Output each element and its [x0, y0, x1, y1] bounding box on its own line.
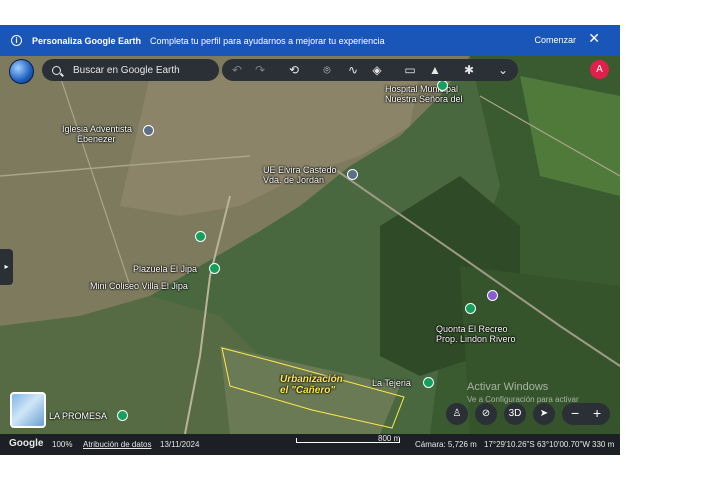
scale-bar — [296, 438, 400, 443]
label-hospital[interactable]: Hospital Municipal Nuestra Señora del — [385, 84, 463, 104]
coordinates: 17°29'10.26"S 63°10'00.70"W — [484, 440, 590, 449]
church-pin-icon[interactable] — [143, 125, 154, 136]
globe-icon[interactable] — [9, 59, 34, 84]
tejeria-pin-icon[interactable] — [423, 377, 434, 388]
search-placeholder: Buscar en Google Earth — [73, 64, 180, 76]
top-toolbar: Buscar en Google Earth ↶ ↷ ⟲ ⌾ ∿ ◈ ▭ ▲ ✱… — [0, 56, 620, 84]
layers-icon[interactable]: ◈ — [370, 63, 384, 77]
side-panel-toggle[interactable]: ▸ — [0, 249, 13, 285]
zoom-in-button[interactable]: + — [593, 405, 601, 421]
promesa-pin-icon[interactable] — [117, 410, 128, 421]
pin-icon[interactable]: ⌾ — [320, 63, 334, 77]
close-icon[interactable]: ✕ — [588, 31, 600, 45]
avatar[interactable]: A — [590, 60, 609, 79]
label-iglesia[interactable]: Iglesia Adventista Ebenezer — [62, 124, 132, 144]
label-mini-coliseo[interactable]: Mini Coliseo Villa El Jipa — [90, 281, 188, 291]
info-icon: i — [11, 35, 22, 46]
chevron-down-icon[interactable]: ⌄ — [496, 63, 510, 77]
activate-windows-title: Activar Windows — [467, 381, 549, 393]
zoom-out-button[interactable]: − — [571, 405, 579, 421]
quinta-pin-icon[interactable] — [465, 303, 476, 314]
redo-icon[interactable]: ↷ — [253, 63, 267, 77]
zoom-controls: − + — [562, 403, 610, 425]
image-icon[interactable]: ▲ — [428, 63, 442, 77]
banner-text: Completa tu perfil para ayudarnos a mejo… — [150, 35, 385, 46]
personalize-banner: i Personaliza Google Earth Completa tu p… — [0, 25, 620, 56]
3d-button[interactable]: 3D — [504, 403, 526, 425]
history-icon[interactable]: ⟲ — [287, 63, 301, 77]
undo-icon[interactable]: ↶ — [230, 63, 244, 77]
status-bar: Google 100% Atribución de datos 13/11/20… — [0, 434, 620, 455]
school-pin-icon[interactable] — [347, 169, 358, 180]
path-icon[interactable]: ∿ — [346, 63, 360, 77]
satellite-icon[interactable]: ✱ — [462, 63, 476, 77]
tool-strip: ↶ ↷ ⟲ ⌾ ∿ ◈ ▭ ▲ ✱ ⌄ — [222, 59, 518, 81]
park-pin-icon[interactable] — [195, 231, 206, 242]
google-earth-window: i Personaliza Google Earth Completa tu p… — [0, 25, 620, 455]
label-la-promesa[interactable]: LA PROMESA — [49, 411, 107, 421]
google-logo: Google — [9, 438, 44, 449]
label-plazuela[interactable]: Plazuela El Jipa — [133, 264, 197, 274]
satellite-map[interactable]: Hospital Municipal Nuestra Señora del Igl… — [0, 56, 620, 434]
elevation: 330 m — [592, 440, 615, 449]
label-urbanizacion: Urbanización el "Cañero" — [280, 374, 343, 396]
camera-altitude: Cámara: 5,726 m — [415, 440, 477, 449]
pegman-icon[interactable]: ♙ — [446, 403, 468, 425]
plazuela-pin-icon[interactable] — [209, 263, 220, 274]
label-tejeria[interactable]: La Tejeria — [372, 378, 411, 388]
location-off-icon[interactable]: ⊘ — [475, 403, 497, 425]
imagery-date: 13/11/2024 — [160, 440, 200, 449]
zoom-level: 100% — [52, 440, 73, 449]
label-quinta[interactable]: Quonta El Recreo Prop. Lindon Rivero — [436, 324, 516, 344]
search-icon — [52, 65, 61, 75]
banner-title: Personaliza Google Earth — [32, 35, 142, 46]
data-attribution-link[interactable]: Atribución de datos — [83, 440, 152, 449]
label-ue-elvira[interactable]: UE Elvira Castedo Vda. de Jordán — [263, 165, 337, 185]
search-input[interactable]: Buscar en Google Earth — [42, 59, 219, 81]
map-style-thumbnail[interactable] — [10, 392, 46, 428]
poi-pin-icon[interactable] — [487, 290, 498, 301]
compass-icon[interactable]: ➤ — [533, 403, 555, 425]
start-button[interactable]: Comenzar — [534, 35, 576, 45]
ruler-icon[interactable]: ▭ — [403, 63, 417, 77]
